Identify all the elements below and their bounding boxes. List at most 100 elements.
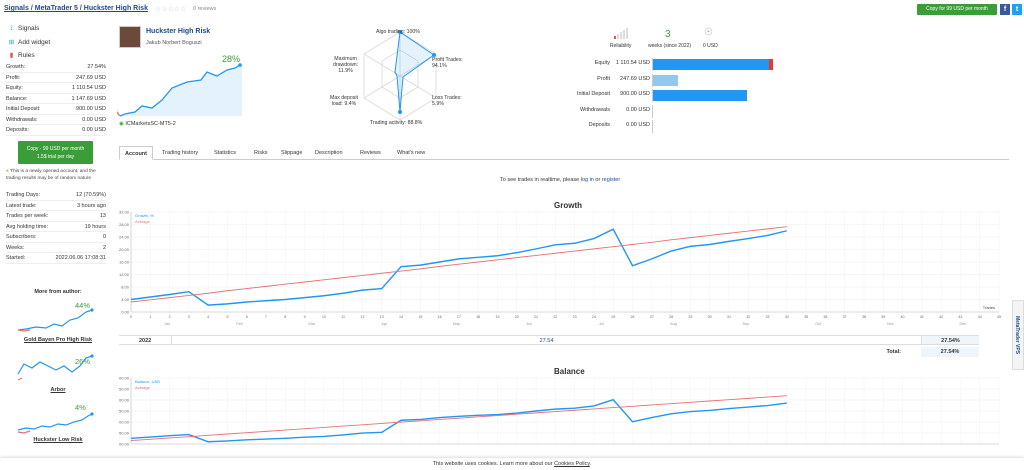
broker-info[interactable]: ◉ ICMarketsSC-MT5-2 [119,121,176,127]
users-icon[interactable]: ☉ [704,27,713,38]
stat-label: Equity: [6,85,23,91]
y-tick-label: 20.00 [119,247,130,252]
breadcrumb-signals[interactable]: Signals [4,5,29,12]
x-tick-label: 3 [188,315,190,319]
copy-signal-side-button[interactable]: Copy · 99 USD per month 1.5$ trial per d… [18,141,93,164]
stat-row: Initial Deposit: 900.00 USD [6,104,106,115]
bar-fill[interactable] [653,59,770,70]
x-tick-label: 36 [823,315,827,319]
x-tick-label: 22 [553,315,557,319]
bar-label: Profit [597,75,610,82]
reliability-icon[interactable] [614,28,634,40]
cookies-policy-link[interactable]: Cookies Policy [554,461,590,467]
author-2-name[interactable]: Arbor [8,387,108,393]
x-tick-label: 27 [650,315,654,319]
breadcrumb-mt5[interactable]: MetaTrader 5 [35,5,78,12]
x-tick-label: 29 [688,315,692,319]
stat-value: 900.00 USD [76,106,106,112]
x-tick-label: 17 [457,315,461,319]
month-label: Aug [670,322,677,326]
rating-stars[interactable]: ☆☆☆☆☆ [155,5,186,13]
growth-chart[interactable]: 32.00 28.00 24.00 20.00 16.00 12.00 8.00 4.00 0.… [119,208,1009,327]
tab-account[interactable]: Account [119,146,153,160]
balance-chart[interactable]: 1 200.00 1 150.00 1 100.00 1 050.00 1 000.00… [119,374,1009,458]
stat-value: 0 [102,234,106,240]
value: 94.1% [432,63,447,69]
signal-author[interactable]: Jakub Norbert Boguszi [146,40,202,46]
breadcrumb-current[interactable]: Huckster High Risk [84,5,148,12]
y-tick-label: 12.00 [119,272,130,277]
y-tick-label: 1 150.00 [119,387,130,392]
y-tick-label: 1 000.00 [119,420,130,425]
tab-what-s-new[interactable]: What's new [393,146,429,160]
x-tick-label: 10 [322,315,326,319]
x-tick-label: 26 [631,315,635,319]
x-tick-label: 11 [341,315,345,319]
radar-shape [394,31,435,113]
y-tick-label: 950.00 [119,431,130,436]
ytd-month-value[interactable]: 27.54 [171,336,921,344]
facebook-share-icon[interactable]: f [1000,4,1010,15]
stat-value: 247.69 USD [76,74,106,81]
avatar[interactable] [119,26,141,48]
metatrader-vps-tab[interactable]: MetaTrader VPS [1012,300,1024,370]
sparkline-end-dot [90,308,94,312]
month-label: Jul [599,322,604,326]
signal-name[interactable]: Huckster High Risk [146,28,210,35]
tab-statistics[interactable]: Statistics [210,146,240,160]
x-tick-label: 16 [438,315,442,319]
tab-risks[interactable]: Risks [250,146,271,160]
signal-growth-sparkline[interactable] [117,60,242,118]
login-link[interactable]: log in [581,177,594,183]
tab-slippage[interactable]: Slippage [277,146,306,160]
author-3-name[interactable]: Huckster Low Risk [8,437,108,443]
author-1-name[interactable]: Gold Bayen Pro High Risk [8,337,108,343]
sidebar-link-signals[interactable]: ⟟ Signals [8,25,39,33]
table-row: Total: 27.54% [119,347,979,357]
weeks-count: 3 [665,29,671,40]
twitter-share-icon[interactable]: t [1012,4,1022,15]
copy-signal-button[interactable]: Copy for 99 USD per month [917,4,997,15]
x-tick-label: 4 [207,315,209,319]
table-row: 2022 27.54 27.54% [119,335,979,345]
sidebar-link-rules[interactable]: ▮ Rules [8,51,35,59]
stat-value: 0.00 USD [82,116,106,123]
reliability-bar [620,32,622,39]
register-link[interactable]: register [602,177,620,183]
month-label: Feb [236,322,243,326]
reliability-bar [623,30,625,39]
tab-description[interactable]: Description [311,146,347,160]
reviews-count[interactable]: 0 reviews [193,6,216,12]
tab-trading-history[interactable]: Trading history [158,146,202,160]
tab-divider [119,159,1009,160]
stat-row: Latest trade: 3 hours ago [6,201,106,211]
cookie-banner: This website uses cookies. Learn more ab… [0,458,1024,470]
bar-label: Deposits [588,122,610,128]
x-tick-label: 30 [708,315,712,319]
sparkline-end-dot [90,412,94,416]
bar-fill[interactable] [653,90,747,101]
y-tick-label: 1 100.00 [119,398,130,403]
radar-point[interactable] [398,110,402,114]
bar-fill[interactable] [653,74,679,86]
tab-reviews[interactable]: Reviews [356,146,385,160]
sparkline [17,309,93,331]
stat-label: Deposits: [6,127,29,133]
x-tick-label: 25 [611,315,615,319]
bar-label: Initial Deposit [576,91,610,97]
y-tick-label: 8.00 [121,285,130,290]
reliability-label: Reliability [610,43,632,49]
x-tick-label: 37 [843,315,847,319]
total-label: Total: [886,349,901,355]
subscribers-usd: 0 USD [703,43,718,49]
x-tick-label: 9 [304,315,306,319]
reliability-bar [614,36,616,39]
sparkline-loss [17,329,31,332]
copy-button-line2: 1.5$ trial per day [36,154,75,160]
stat-value: 1 110.54 USD [71,85,106,91]
y-tick-label: 900.00 [119,442,130,447]
stat-label: Trades per week: [6,213,49,219]
sidebar-link-add-widget[interactable]: ⊞ Add widget [8,38,50,46]
more-from-author-title: More from author: [34,289,82,295]
stat-label: Latest trade: [6,202,37,209]
